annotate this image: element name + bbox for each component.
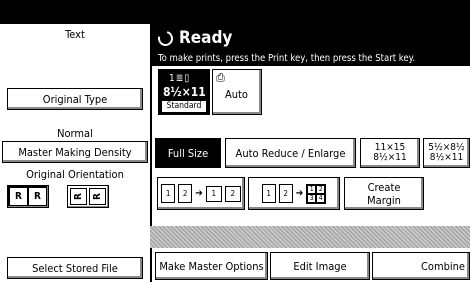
page-icon: 2 (224, 185, 241, 202)
orientation-sideways-button[interactable]: R R (67, 185, 109, 208)
auto-reduce-enlarge-button[interactable]: Auto Reduce / Enlarge (225, 138, 356, 168)
hatch-divider (150, 226, 470, 248)
ratio-button-11x15[interactable]: 11×15 8½×11 (360, 138, 420, 168)
create-margin-button[interactable]: Create Margin (344, 177, 424, 210)
orientation-label: Original Orientation (26, 168, 124, 181)
orientation-upright-icon-2: R (29, 188, 46, 205)
page-icon: 1 (161, 184, 176, 203)
grid-cell: 2 (316, 184, 326, 194)
full-size-button[interactable]: Full Size (155, 138, 221, 168)
ready-icon (155, 27, 176, 49)
arrow-icon: ➔ (295, 188, 304, 199)
status-area: Ready To make prints, press the Print ke… (152, 24, 470, 66)
orientation-sideways-icon: R (70, 188, 87, 205)
status-message: To make prints, press the Print key, the… (158, 53, 416, 64)
paper-type: Standard (162, 101, 206, 112)
orientation-sideways-icon-2: R (89, 188, 106, 205)
paper-size: 8½×11 (163, 85, 206, 99)
page-icon: 1 (261, 184, 276, 203)
orientation-upright-button[interactable]: R R (7, 185, 49, 208)
edit-image-tab[interactable]: Edit Image (270, 252, 370, 280)
master-making-density-button[interactable]: Master Making Density (2, 141, 148, 163)
arrow-icon: ➔ (195, 188, 203, 199)
page-icon: 2 (278, 184, 293, 203)
tray-icon: 1≣▯ (169, 73, 191, 84)
ratio-2-bottom: 8½×11 (429, 152, 464, 163)
ready-text: Ready (179, 28, 233, 48)
page-icon: 2 (178, 184, 193, 203)
grid-cell: 3 (307, 193, 317, 203)
make-master-options-tab[interactable]: Make Master Options (155, 252, 268, 280)
original-type-button[interactable]: Original Type (7, 88, 143, 110)
select-stored-file-button[interactable]: Select Stored File (7, 257, 143, 279)
page-icon: 1 (205, 185, 222, 202)
two-in-one-button[interactable]: 1 2 ➔ 1 2 (157, 177, 245, 210)
orientation-upright-icon: R (10, 188, 27, 205)
paper-tray-button[interactable]: 1≣▯ 8½×11 Standard (158, 69, 210, 115)
four-in-one-button[interactable]: 1 2 ➔ 1 2 3 4 (248, 177, 340, 210)
ratio-1-bottom: 8½×11 (373, 152, 407, 163)
mode-label: Text (65, 28, 85, 41)
status-title: Ready (155, 27, 233, 49)
auto-paper-icon: ⎙ (216, 71, 225, 84)
auto-paper-button[interactable]: ⎙ Auto (212, 69, 262, 115)
create-margin-line1: Create (367, 180, 401, 194)
combine-tab[interactable]: Combine (372, 252, 470, 280)
auto-paper-label: Auto (225, 88, 248, 101)
top-status-bar (0, 0, 470, 24)
grid-cell: 4 (316, 193, 326, 203)
grid-cell: 1 (307, 184, 317, 194)
ratio-button-5x8[interactable]: 5½×8½ 8½×11 (423, 138, 470, 168)
four-up-grid-icon: 1 2 3 4 (306, 183, 327, 204)
create-margin-line2: Margin (367, 193, 401, 207)
orientation-options: R R R R (7, 185, 109, 208)
density-value: Normal (57, 127, 93, 140)
